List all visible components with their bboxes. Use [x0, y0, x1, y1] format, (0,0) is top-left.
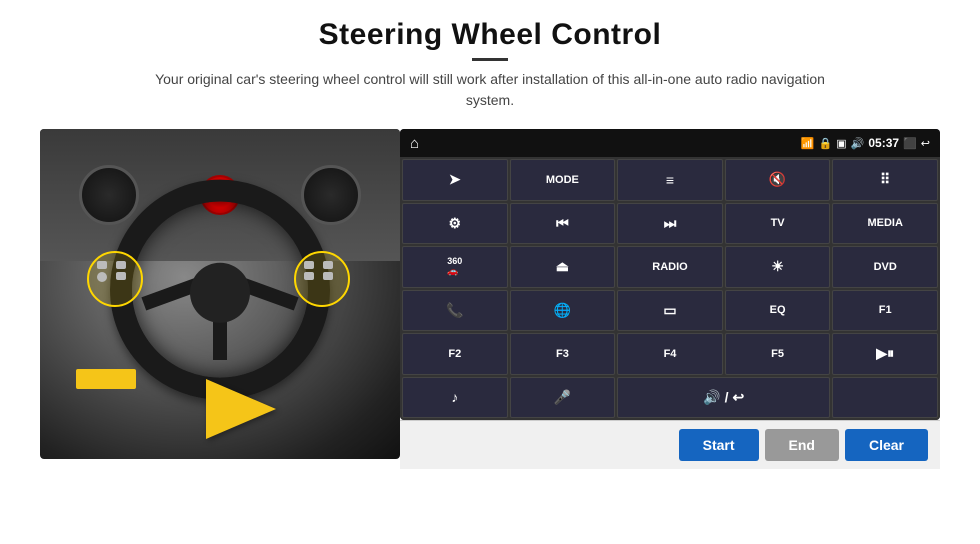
arrow-shaft	[76, 369, 136, 389]
screen-icon: ⬛	[903, 137, 917, 150]
btn-playpause[interactable]: ▶⏸	[832, 333, 938, 375]
btn-internet[interactable]: 🌐	[510, 290, 616, 332]
clear-button[interactable]: Clear	[845, 429, 928, 461]
right-panel: ⌂ 📶 🔒 ▣ 🔊 05:37 ⬛ ↩ ➤ MODE	[400, 129, 940, 469]
status-bar: ⌂ 📶 🔒 ▣ 🔊 05:37 ⬛ ↩	[400, 129, 940, 157]
page-title: Steering Wheel Control	[140, 18, 840, 52]
gauge-left	[79, 165, 139, 225]
btn-empty	[832, 377, 938, 419]
btn-radio[interactable]: RADIO	[617, 246, 723, 288]
bluetooth-icon: 🔊	[851, 137, 865, 150]
btn-brightness[interactable]: ☀	[725, 246, 831, 288]
wifi-icon: 📶	[801, 137, 815, 150]
btn-eq[interactable]: EQ	[725, 290, 831, 332]
status-icons: 📶 🔒 ▣ 🔊 05:37 ⬛ ↩	[801, 136, 930, 150]
btn-media[interactable]: MEDIA	[832, 203, 938, 245]
btn-f2[interactable]: F2	[402, 333, 508, 375]
btn-phone[interactable]: 📞	[402, 290, 508, 332]
btn-f5[interactable]: F5	[725, 333, 831, 375]
control-panel: ⌂ 📶 🔒 ▣ 🔊 05:37 ⬛ ↩ ➤ MODE	[400, 129, 940, 420]
page-subtitle: Your original car's steering wheel contr…	[140, 69, 840, 111]
btn-mode[interactable]: MODE	[510, 159, 616, 201]
btn-next[interactable]: ⏭	[617, 203, 723, 245]
btn-send[interactable]: ➤	[402, 159, 508, 201]
start-button[interactable]: Start	[679, 429, 759, 461]
status-time: 05:37	[868, 136, 899, 150]
bottom-action-bar: Start End Clear	[400, 420, 940, 469]
btn-apps[interactable]: ⠿	[832, 159, 938, 201]
sim-icon: ▣	[836, 137, 846, 150]
btn-settings[interactable]: ⚙	[402, 203, 508, 245]
btn-vol-phone[interactable]: 🔊 / ↩	[617, 377, 830, 419]
wheel-button-group-right	[294, 251, 350, 307]
btn-list[interactable]: ≡	[617, 159, 723, 201]
wheel-button-group-left	[87, 251, 143, 307]
steering-center	[190, 263, 250, 323]
btn-360[interactable]: 360🚗	[402, 246, 508, 288]
btn-vol-mute[interactable]: 🔇	[725, 159, 831, 201]
btn-eject[interactable]: ⏏	[510, 246, 616, 288]
home-icon: ⌂	[410, 135, 419, 152]
lock-icon: 🔒	[819, 137, 833, 150]
btn-screen[interactable]: ▭	[617, 290, 723, 332]
btn-f4[interactable]: F4	[617, 333, 723, 375]
title-section: Steering Wheel Control Your original car…	[140, 18, 840, 111]
arrow-head	[206, 379, 276, 439]
btn-prev[interactable]: ⏮	[510, 203, 616, 245]
btn-music[interactable]: ♪	[402, 377, 508, 419]
btn-f3[interactable]: F3	[510, 333, 616, 375]
end-button[interactable]: End	[765, 429, 839, 461]
back-icon: ↩	[921, 137, 930, 150]
content-area: ⌂ 📶 🔒 ▣ 🔊 05:37 ⬛ ↩ ➤ MODE	[40, 129, 940, 469]
page-container: Steering Wheel Control Your original car…	[0, 0, 980, 544]
btn-mic[interactable]: 🎤	[510, 377, 616, 419]
btn-dvd[interactable]: DVD	[832, 246, 938, 288]
steering-wheel-photo	[40, 129, 400, 459]
gauge-right	[301, 165, 361, 225]
button-grid: ➤ MODE ≡ 🔇 ⠿ ⚙ ⏮ ⏭ TV MEDIA 360🚗 ⏏ RADIO…	[400, 157, 940, 420]
btn-tv[interactable]: TV	[725, 203, 831, 245]
title-divider	[472, 58, 508, 61]
arrow-indicator	[206, 379, 276, 439]
btn-f1[interactable]: F1	[832, 290, 938, 332]
